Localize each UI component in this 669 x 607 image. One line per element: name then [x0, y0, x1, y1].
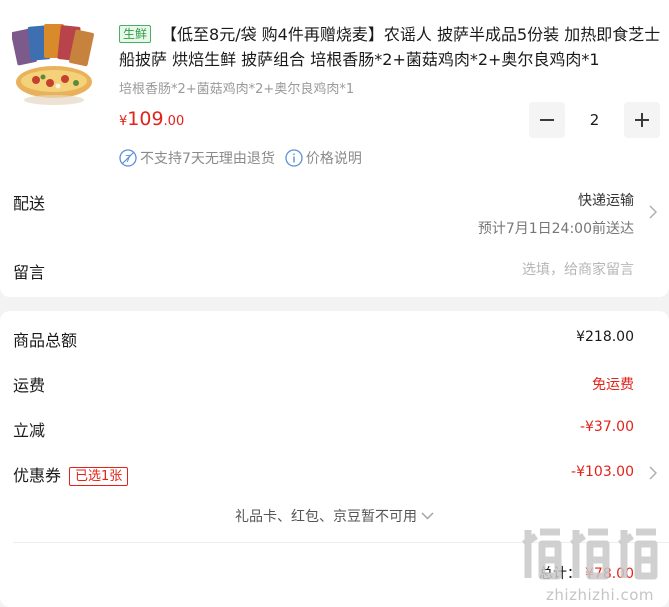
service-policies: 7 不支持7天无理由退货 价格说明	[119, 148, 362, 168]
decrease-button[interactable]	[529, 102, 565, 138]
coupon-selected-badge: 已选1张	[69, 467, 129, 486]
product-title-block[interactable]: 生鲜 【低至8元/袋 购4件再赠烧麦】农谣人 披萨半成品5份装 加热即食芝士船披萨…	[119, 22, 667, 72]
goods-total-label: 商品总额	[13, 331, 78, 350]
shipping-row: 运费 免运费	[13, 372, 634, 396]
no-return-icon: 7	[119, 149, 137, 167]
price-integer: 109	[127, 108, 164, 130]
order-item-card: 生鲜 【低至8元/袋 购4件再赠烧麦】农谣人 披萨半成品5份装 加热即食芝士船披萨…	[0, 0, 669, 297]
price-decimal: .00	[163, 114, 185, 129]
fresh-tag: 生鲜	[119, 25, 152, 43]
coupon-label: 优惠券	[13, 466, 62, 485]
product-variant[interactable]: 培根香肠*2+菌菇鸡肉*2+奥尔良鸡肉*1	[119, 78, 354, 97]
coupon-value: -¥103.00	[571, 464, 634, 480]
info-icon	[285, 149, 303, 167]
shipping-value: 免运费	[592, 377, 634, 393]
increase-button[interactable]	[624, 102, 660, 138]
delivery-eta[interactable]: 预计7月1日24:00前送达	[478, 218, 634, 238]
delivery-method[interactable]: 快递运输	[578, 190, 634, 210]
chevron-right-icon[interactable]	[649, 466, 657, 480]
coupon-row[interactable]: 优惠券 已选1张 -¥103.00	[13, 462, 634, 486]
note-label: 留言	[13, 263, 46, 282]
order-total: 总计： ¥78.00	[539, 563, 634, 583]
coupon-label-group: 优惠券 已选1张	[13, 462, 129, 486]
chevron-right-icon[interactable]	[649, 205, 657, 219]
chevron-down-icon	[421, 512, 434, 520]
quantity-value[interactable]: 2	[569, 111, 621, 129]
price-info-link[interactable]: 价格说明	[306, 148, 362, 168]
product-title: 【低至8元/袋 购4件再赠烧麦】农谣人 披萨半成品5份装 加热即食芝士船披萨 烘…	[119, 25, 661, 69]
instant-discount-label: 立减	[13, 421, 46, 440]
shipping-label: 运费	[13, 376, 46, 395]
goods-total-value: ¥218.00	[576, 329, 634, 345]
unavailable-note: 礼品卡、红包、京豆暂不可用	[235, 509, 417, 525]
quantity-stepper: 2	[529, 101, 660, 139]
instant-discount-value: -¥37.00	[579, 419, 634, 435]
product-image[interactable]	[11, 24, 94, 110]
total-value: ¥78.00	[585, 566, 634, 582]
divider	[13, 542, 669, 543]
no-return-policy[interactable]: 不支持7天无理由退货	[140, 148, 275, 168]
delivery-label: 配送	[13, 194, 46, 213]
minus-icon	[540, 119, 554, 121]
product-price: ¥109.00	[119, 108, 184, 130]
total-label: 总计：	[539, 566, 581, 582]
instant-discount-row: 立减 -¥37.00	[13, 417, 634, 441]
plus-icon	[635, 113, 649, 127]
unavailable-payment-toggle[interactable]: 礼品卡、红包、京豆暂不可用	[0, 506, 669, 526]
note-input[interactable]	[334, 260, 634, 280]
goods-total-row: 商品总额 ¥218.00	[13, 327, 634, 351]
